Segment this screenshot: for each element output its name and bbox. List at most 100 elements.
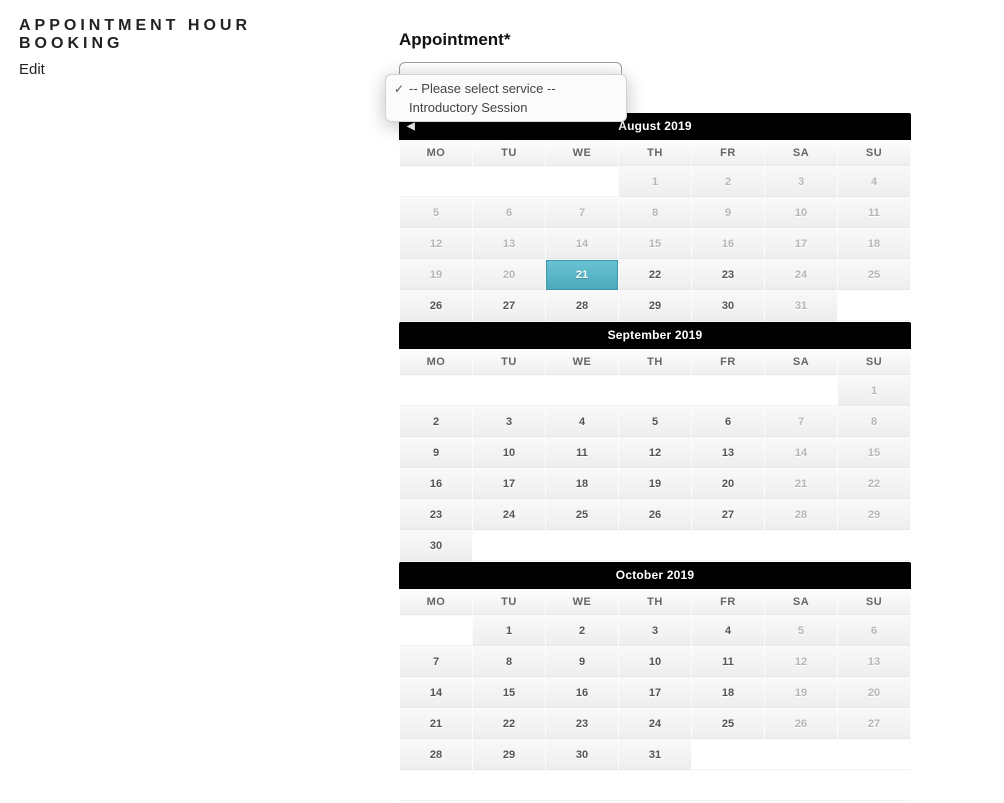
calendar-day-cell[interactable]: 31	[619, 740, 691, 770]
calendar-day-cell[interactable]: 3	[619, 616, 691, 646]
calendar-day-cell[interactable]: 26	[400, 291, 472, 321]
calendar-day-cell[interactable]: 23	[400, 500, 472, 530]
calendar-day-cell[interactable]: 20	[692, 469, 764, 499]
calendar-day-cell[interactable]: 2	[400, 407, 472, 437]
calendar-dow-header: FR	[692, 350, 764, 375]
calendar-dow-header: WE	[546, 141, 618, 166]
calendar-day-cell: 15	[619, 229, 691, 259]
calendar-day-cell[interactable]: 17	[619, 678, 691, 708]
calendar-day-cell: 19	[765, 678, 837, 708]
calendar-day-cell[interactable]: 9	[546, 647, 618, 677]
calendar-day-cell: 21	[765, 469, 837, 499]
calendar-day-cell: 1	[838, 376, 910, 406]
calendar-dow-header: TU	[473, 590, 545, 615]
calendar-dow-header: TH	[619, 141, 691, 166]
calendar-day-cell[interactable]: 23	[692, 260, 764, 290]
edit-link[interactable]: Edit	[19, 61, 359, 78]
calendar-day-cell: 15	[838, 438, 910, 468]
calendar-day-cell[interactable]: 6	[692, 407, 764, 437]
calendar-day-cell[interactable]: 25	[692, 709, 764, 739]
calendar-day-cell[interactable]: 16	[546, 678, 618, 708]
calendar-day-cell[interactable]: 28	[546, 291, 618, 321]
calendar-day-cell: 14	[765, 438, 837, 468]
calendar-day-cell[interactable]: 4	[692, 616, 764, 646]
calendar-day-cell[interactable]: 18	[546, 469, 618, 499]
calendar-day-cell	[692, 740, 764, 770]
calendar-day-cell[interactable]: 7	[400, 647, 472, 677]
calendar-day-cell[interactable]: 3	[473, 407, 545, 437]
calendar-grid: MOTUWETHFRSASU12345678910111213141516171…	[399, 349, 911, 562]
calendar-day-cell	[400, 771, 472, 801]
calendar-day-cell[interactable]: 10	[619, 647, 691, 677]
calendar-day-cell	[473, 167, 545, 197]
calendar-dow-header: TU	[473, 350, 545, 375]
calendar-day-cell[interactable]: 14	[400, 678, 472, 708]
calendar-day-cell[interactable]: 1	[473, 616, 545, 646]
calendar-day-cell[interactable]: 16	[400, 469, 472, 499]
calendar-grid: MOTUWETHFRSASU12345678910111213141516171…	[399, 140, 911, 322]
calendar-day-cell[interactable]: 21	[400, 709, 472, 739]
calendar-day-cell	[838, 291, 910, 321]
calendar-day-cell[interactable]: 11	[692, 647, 764, 677]
calendar-day-cell[interactable]: 4	[546, 407, 618, 437]
calendar-day-cell: 12	[400, 229, 472, 259]
calendar-day-cell: 11	[838, 198, 910, 228]
calendar-dow-header: WE	[546, 350, 618, 375]
calendar-day-cell	[546, 771, 618, 801]
calendar-day-cell[interactable]: 30	[400, 531, 472, 561]
calendar-day-cell	[838, 531, 910, 561]
calendar-month-title: September 2019	[608, 328, 703, 342]
calendar-day-cell[interactable]: 8	[473, 647, 545, 677]
calendar-day-cell: 31	[765, 291, 837, 321]
calendar-day-cell: 5	[765, 616, 837, 646]
calendar-day-cell[interactable]: 27	[692, 500, 764, 530]
calendar-day-cell[interactable]: 30	[546, 740, 618, 770]
calendar-day-cell[interactable]: 30	[692, 291, 764, 321]
calendar-day-cell[interactable]: 9	[400, 438, 472, 468]
calendar-day-cell[interactable]: 13	[692, 438, 764, 468]
calendar-day-cell	[400, 616, 472, 646]
calendar-day-cell[interactable]: 17	[473, 469, 545, 499]
calendar-day-cell[interactable]: 15	[473, 678, 545, 708]
calendar-day-cell: 14	[546, 229, 618, 259]
calendar-day-cell: 4	[838, 167, 910, 197]
calendar-day-cell[interactable]: 22	[473, 709, 545, 739]
calendar-day-cell[interactable]: 24	[619, 709, 691, 739]
calendar-dow-header: SU	[838, 141, 910, 166]
calendar-day-cell	[765, 376, 837, 406]
calendar-month-header: October 2019	[399, 562, 911, 589]
calendar-day-cell	[546, 167, 618, 197]
service-option[interactable]: Introductory Session	[386, 98, 626, 117]
calendar-month-title: October 2019	[616, 568, 694, 582]
calendar-day-cell[interactable]: 28	[400, 740, 472, 770]
calendar-day-cell: 6	[838, 616, 910, 646]
calendar-day-cell[interactable]: 21	[546, 260, 618, 290]
calendar-day-cell[interactable]: 11	[546, 438, 618, 468]
calendar-day-cell[interactable]: 24	[473, 500, 545, 530]
calendar-day-cell	[692, 376, 764, 406]
calendar-day-cell[interactable]: 19	[619, 469, 691, 499]
calendar-day-cell[interactable]: 10	[473, 438, 545, 468]
calendar-day-cell[interactable]: 29	[619, 291, 691, 321]
calendar-day-cell[interactable]: 25	[546, 500, 618, 530]
calendar-dow-header: TH	[619, 350, 691, 375]
calendar-day-cell: 1	[619, 167, 691, 197]
calendar-day-cell	[473, 531, 545, 561]
calendar-day-cell[interactable]: 2	[546, 616, 618, 646]
calendar-day-cell	[546, 376, 618, 406]
calendar-day-cell[interactable]: 22	[619, 260, 691, 290]
calendar-dow-header: WE	[546, 590, 618, 615]
calendar-day-cell[interactable]: 29	[473, 740, 545, 770]
calendar-month-title: August 2019	[618, 119, 692, 133]
calendar-day-cell[interactable]: 23	[546, 709, 618, 739]
service-select-popup: ✓ -- Please select service -- Introducto…	[385, 74, 627, 122]
calendar-day-cell: 13	[473, 229, 545, 259]
calendar-day-cell[interactable]: 27	[473, 291, 545, 321]
calendar-day-cell[interactable]: 26	[619, 500, 691, 530]
service-option[interactable]: ✓ -- Please select service --	[386, 79, 626, 98]
calendar-day-cell: 3	[765, 167, 837, 197]
service-option-label: -- Please select service --	[409, 81, 556, 96]
calendar-day-cell[interactable]: 12	[619, 438, 691, 468]
calendar-day-cell[interactable]: 18	[692, 678, 764, 708]
calendar-day-cell[interactable]: 5	[619, 407, 691, 437]
